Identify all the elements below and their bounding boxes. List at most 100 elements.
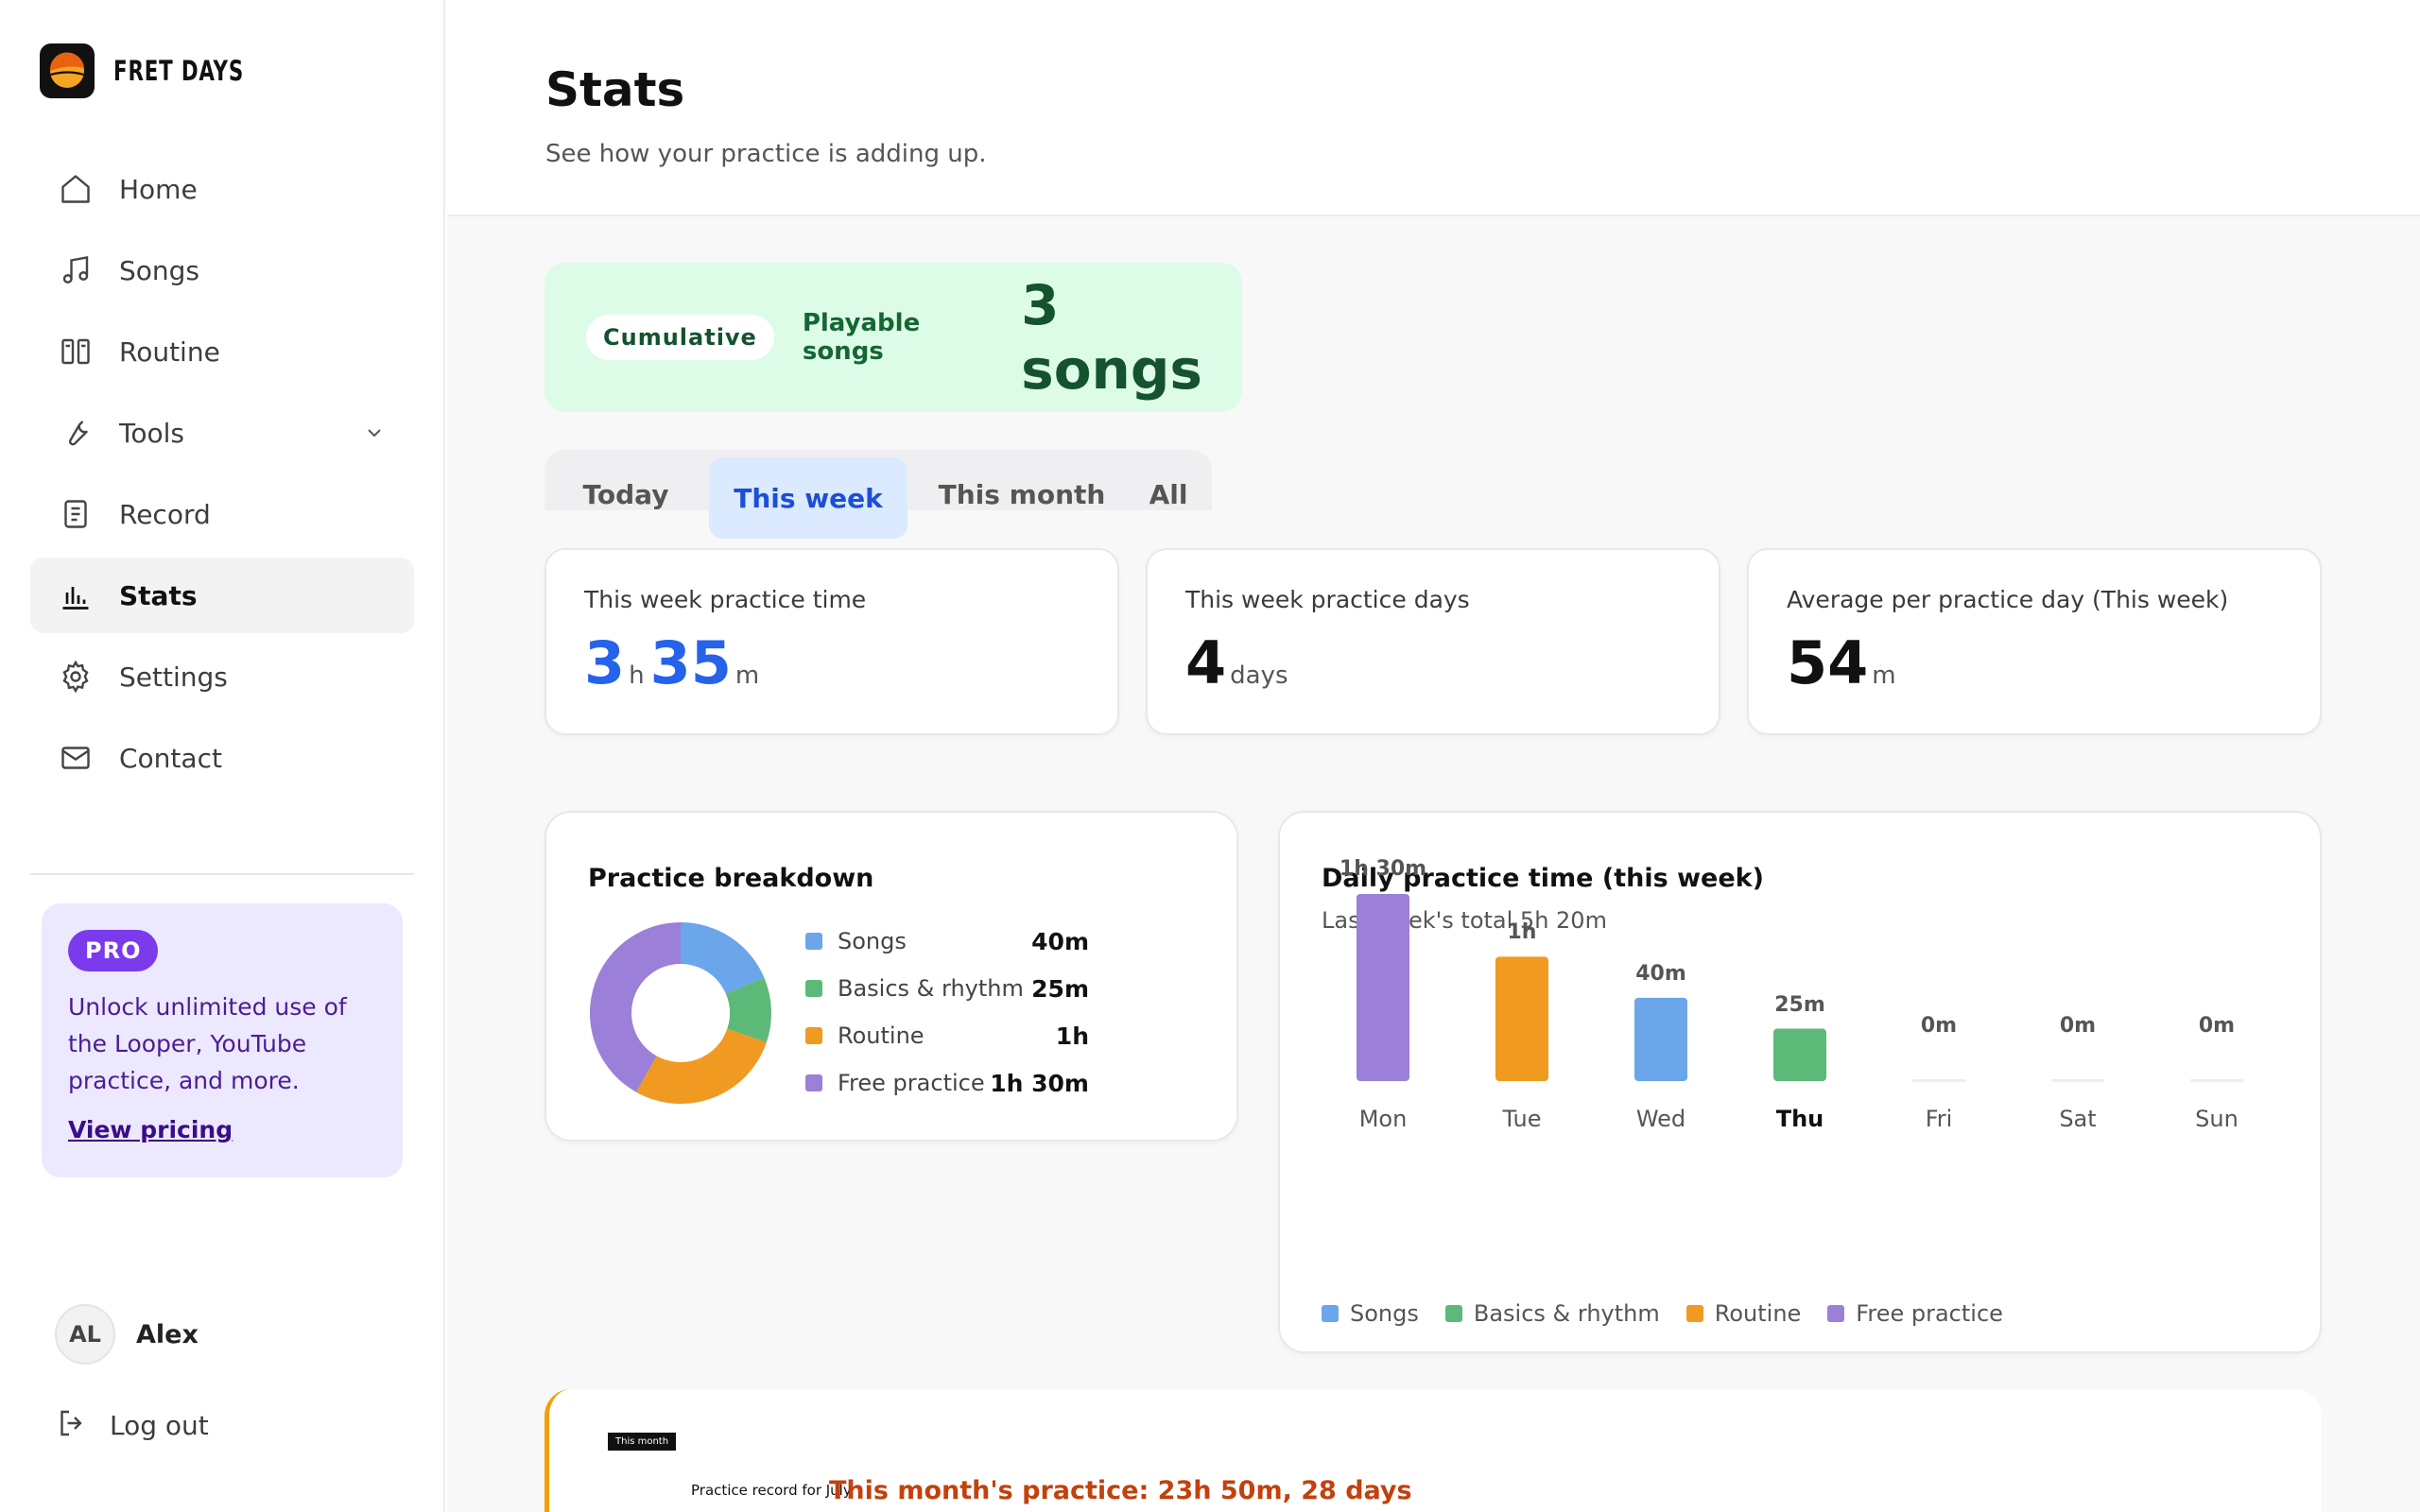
minutes-value: 35 bbox=[649, 628, 732, 697]
sidebar-item-label: Tools bbox=[119, 417, 184, 449]
music-note-icon bbox=[57, 251, 95, 289]
bar-tick-label: Tue bbox=[1502, 1106, 1542, 1132]
legend-name: Songs bbox=[1350, 1300, 1419, 1327]
bar-tick-label: Fri bbox=[1926, 1106, 1953, 1132]
view-pricing-link[interactable]: View pricing bbox=[68, 1116, 233, 1143]
bar-tick-label: Sat bbox=[2059, 1106, 2096, 1132]
page-title: Stats bbox=[545, 62, 685, 117]
sidebar-item-contact[interactable]: Contact bbox=[30, 720, 414, 796]
cumulative-chip: Cumulative bbox=[586, 315, 774, 360]
monthly-record-card: This month Practice record for July This… bbox=[544, 1389, 2322, 1512]
legend-item-songs: Songs bbox=[1322, 1300, 1419, 1327]
stat-card-practice-days: This week practice days 4 days bbox=[1146, 548, 1720, 735]
sidebar-divider bbox=[30, 873, 414, 875]
tab-all[interactable]: All bbox=[1131, 450, 1206, 539]
bar-wed bbox=[1634, 997, 1687, 1081]
home-icon bbox=[57, 170, 95, 208]
days-unit: days bbox=[1230, 662, 1288, 690]
bar-sat bbox=[2051, 1079, 2104, 1082]
pro-description: Unlock unlimited use of the Looper, YouT… bbox=[68, 993, 347, 1094]
minutes-unit: m bbox=[735, 662, 760, 690]
stat-label: Average per practice day (This week) bbox=[1787, 586, 2229, 613]
bar-value-label: 0m bbox=[2060, 1014, 2096, 1038]
playable-songs-value: 3 songs bbox=[1021, 273, 1202, 402]
sidebar-item-home[interactable]: Home bbox=[30, 151, 414, 227]
bar-chart-icon bbox=[57, 576, 95, 614]
bar-value-label: 1h bbox=[1508, 920, 1537, 944]
daily-practice-panel: Daily practice time (this week) Last wee… bbox=[1278, 811, 2322, 1353]
bar-value-label: 1h 30m bbox=[1340, 857, 1426, 881]
hours-value: 3 bbox=[584, 628, 626, 697]
bar-value-label: 0m bbox=[1921, 1014, 1957, 1038]
brand-name: FRET DAYS bbox=[113, 55, 245, 87]
average-value: 54 bbox=[1787, 628, 1869, 697]
sidebar-item-label: Contact bbox=[119, 742, 222, 774]
record-label: Practice record for July bbox=[691, 1482, 852, 1499]
user-profile[interactable]: AL Alex bbox=[55, 1304, 199, 1365]
stat-card-average: Average per practice day (This week) 54 … bbox=[1747, 548, 2322, 735]
sidebar-item-songs[interactable]: Songs bbox=[30, 232, 414, 308]
legend-swatch bbox=[1827, 1305, 1845, 1322]
legend-name: Free practice bbox=[1856, 1300, 2003, 1327]
legend-swatch bbox=[1685, 1305, 1703, 1322]
bar-mon bbox=[1357, 894, 1409, 1081]
pro-upsell-card: PRO Unlock unlimited use of the Looper, … bbox=[42, 903, 403, 1177]
month-chip: This month bbox=[608, 1433, 677, 1451]
legend-swatch bbox=[805, 1074, 822, 1091]
legend-value: 25m bbox=[1031, 974, 1089, 1003]
hours-unit: h bbox=[629, 662, 645, 690]
legend-value: 40m bbox=[1031, 927, 1089, 955]
user-name: Alex bbox=[136, 1319, 199, 1349]
legend-row-routine: Routine 1h bbox=[805, 1022, 1089, 1050]
legend-name: Basics & rhythm bbox=[838, 975, 1024, 1002]
bar-tue bbox=[1495, 956, 1548, 1081]
legend-value: 1h 30m bbox=[990, 1069, 1089, 1097]
legend-item-basics: Basics & rhythm bbox=[1444, 1300, 1660, 1327]
columns-icon bbox=[57, 333, 95, 370]
sidebar-item-routine[interactable]: Routine bbox=[30, 314, 414, 389]
average-unit: m bbox=[1872, 662, 1896, 690]
breakdown-donut-chart bbox=[590, 922, 771, 1104]
sidebar-item-settings[interactable]: Settings bbox=[30, 639, 414, 714]
cumulative-card: Cumulative Playable songs 3 songs bbox=[544, 263, 1242, 412]
tab-today[interactable]: Today bbox=[562, 450, 690, 539]
legend-name: Free practice bbox=[838, 1070, 985, 1096]
legend-item-routine: Routine bbox=[1685, 1300, 1802, 1327]
legend-swatch bbox=[805, 980, 822, 997]
sidebar-item-record[interactable]: Record bbox=[30, 476, 414, 552]
legend-value: 1h bbox=[1055, 1022, 1089, 1050]
sidebar-item-tools[interactable]: Tools bbox=[30, 395, 414, 471]
tab-this-month[interactable]: This month bbox=[923, 450, 1121, 539]
legend-row-free-practice: Free practice 1h 30m bbox=[805, 1069, 1089, 1097]
legend-name: Songs bbox=[838, 928, 907, 954]
period-tabs: Today This week This month All bbox=[544, 450, 1212, 539]
mail-icon bbox=[57, 739, 95, 777]
sidebar-item-stats[interactable]: Stats bbox=[30, 558, 414, 633]
bar-fri bbox=[1912, 1079, 1965, 1082]
brand-logo-icon bbox=[40, 43, 95, 98]
stat-label: This week practice time bbox=[584, 586, 867, 613]
sidebar-item-label: Settings bbox=[119, 661, 228, 693]
sidebar-item-label: Routine bbox=[119, 335, 220, 368]
playable-songs-label: Playable songs bbox=[802, 309, 921, 366]
legend-name: Basics & rhythm bbox=[1473, 1300, 1660, 1327]
legend-name: Routine bbox=[838, 1022, 925, 1049]
bar-value-label: 25m bbox=[1774, 993, 1825, 1017]
chevron-down-icon[interactable] bbox=[363, 421, 386, 448]
pro-badge: PRO bbox=[68, 930, 159, 971]
main-content: Stats See how your practice is adding up… bbox=[447, 0, 2420, 1512]
brand[interactable]: FRET DAYS bbox=[40, 43, 272, 98]
panel-title: Practice breakdown bbox=[588, 864, 874, 893]
tab-this-week[interactable]: This week bbox=[709, 457, 908, 539]
logout-button[interactable]: Log out bbox=[55, 1406, 209, 1444]
days-value: 4 bbox=[1185, 628, 1227, 697]
page-subtitle: See how your practice is adding up. bbox=[545, 140, 987, 168]
avatar: AL bbox=[55, 1304, 115, 1365]
bar-tick-label: Sun bbox=[2195, 1106, 2238, 1132]
legend-swatch bbox=[1444, 1305, 1462, 1322]
legend-swatch bbox=[805, 933, 822, 950]
legend-name: Routine bbox=[1714, 1300, 1802, 1327]
stat-value: 4 days bbox=[1185, 628, 1681, 697]
legend-swatch bbox=[1322, 1305, 1339, 1322]
sidebar-item-label: Songs bbox=[119, 254, 200, 286]
